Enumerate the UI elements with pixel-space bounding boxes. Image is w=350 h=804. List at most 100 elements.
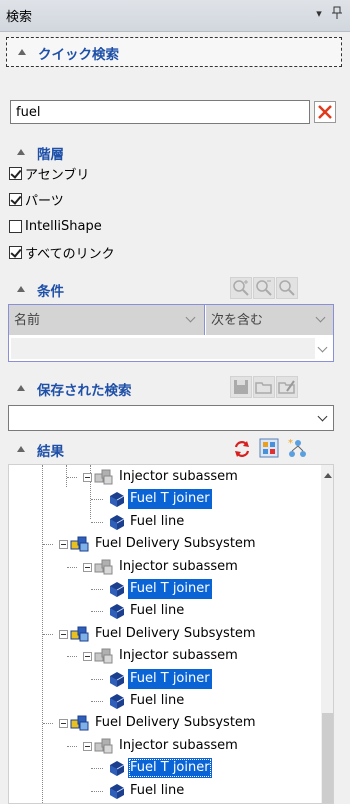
tree-connector (91, 678, 103, 680)
tree-node-label[interactable]: Fuel line (128, 781, 186, 801)
pin-icon[interactable] (330, 6, 344, 22)
open-folder-icon[interactable] (253, 376, 275, 398)
clear-search-button[interactable] (314, 101, 336, 123)
collapse-node-icon[interactable] (59, 629, 68, 639)
tree-node-label[interactable]: Fuel T joiner (128, 758, 212, 779)
close-icon (318, 105, 332, 119)
tree-connector (91, 611, 103, 613)
tree-connector (67, 566, 77, 568)
hierarchy-title: 階層 (37, 147, 64, 163)
assembly-icon (69, 714, 89, 732)
tree-node-label[interactable]: Injector subassem (117, 467, 240, 487)
scroll-thumb[interactable] (322, 713, 333, 803)
tree-connector (43, 633, 53, 635)
refresh-icon[interactable] (232, 439, 252, 463)
conditions-grid: 名前 次を含む (8, 304, 334, 362)
quick-search-title: クイック検索 (38, 47, 119, 63)
panel-titlebar: 検索 ▾ (0, 0, 350, 32)
tree-node-label[interactable]: Fuel T joiner (128, 579, 212, 599)
checkbox-label: パーツ (25, 193, 64, 209)
select-all-icon[interactable] (258, 437, 280, 463)
collapse-node-icon[interactable] (83, 652, 92, 662)
tree-node-label[interactable]: Fuel T joiner (128, 489, 212, 510)
assembly-icon (69, 625, 89, 643)
tree-node-label[interactable]: Injector subassem (117, 557, 240, 577)
operator-label: 次を含む (211, 313, 264, 328)
tree-node-label[interactable]: Fuel line (128, 512, 186, 532)
chevron-down-icon (185, 312, 196, 323)
tree-connector (91, 790, 103, 792)
collapse-node-icon[interactable] (59, 540, 68, 550)
search-panel: 検索 ▾ クイック検索 階層 アセンブリ パーツ IntelliShape すべ… (0, 0, 350, 804)
tree-node-label[interactable]: Fuel Delivery Subsystem (93, 534, 258, 554)
collapse-icon[interactable] (17, 286, 25, 292)
checkbox-all-links[interactable]: すべてのリンク (9, 241, 115, 263)
tree-connector (91, 589, 103, 590)
assembly-icon (69, 535, 89, 553)
collapse-icon[interactable] (17, 149, 25, 155)
value-input[interactable] (11, 338, 315, 359)
chevron-down-icon[interactable]: ▾ (312, 6, 326, 22)
checkbox[interactable] (9, 166, 22, 180)
checkbox[interactable] (9, 245, 22, 259)
tree-node-label[interactable]: Fuel line (128, 691, 186, 711)
search-input[interactable] (10, 100, 310, 124)
chevron-down-icon (315, 312, 326, 323)
checkbox[interactable] (9, 219, 22, 233)
tree-node-label[interactable]: Fuel Delivery Subsystem (93, 713, 258, 733)
collapse-node-icon[interactable] (83, 562, 92, 572)
checkbox-parts[interactable]: パーツ (9, 188, 64, 210)
field-dropdown[interactable]: 名前 (9, 305, 205, 335)
zoom-in-alt-icon[interactable] (253, 277, 275, 299)
collapse-node-icon[interactable] (83, 741, 92, 751)
tree-node-label[interactable]: Fuel T joiner (128, 668, 212, 689)
part-icon (107, 670, 127, 688)
chevron-down-icon (317, 411, 328, 422)
checkbox[interactable] (9, 192, 22, 206)
tree-node-label[interactable]: Injector subassem (117, 646, 240, 666)
saved-search-title: 保存された検索 (37, 383, 132, 399)
svg-text:*: * (288, 438, 293, 449)
collapse-icon[interactable] (17, 446, 25, 452)
new-node-icon[interactable]: * (286, 437, 308, 463)
scroll-up-icon[interactable] (324, 473, 332, 478)
saved-search-select[interactable] (8, 405, 334, 431)
checkbox-label: すべてのリンク (25, 246, 115, 262)
tree-node-label[interactable]: Injector subassem (117, 736, 240, 756)
part-icon (107, 602, 127, 620)
zoom-icon[interactable] (276, 277, 298, 299)
tree-node-label[interactable]: Fuel line (128, 601, 186, 621)
chevron-down-icon[interactable] (317, 342, 328, 353)
panel-title: 検索 (6, 10, 33, 25)
results-scrollbar[interactable] (321, 465, 333, 803)
collapse-node-icon[interactable] (83, 473, 92, 482)
tree-connector (43, 544, 53, 546)
assembly-icon (93, 737, 113, 755)
tree-connector (91, 521, 103, 523)
collapse-node-icon[interactable] (59, 719, 68, 729)
quick-search-header[interactable]: クイック検索 (6, 37, 342, 67)
tree-connector (67, 656, 77, 658)
operator-dropdown[interactable]: 次を含む (206, 305, 333, 335)
checkbox-label: アセンブリ (25, 167, 90, 183)
results-title: 結果 (37, 444, 64, 460)
assembly-icon (93, 468, 113, 486)
collapse-icon[interactable] (18, 49, 26, 55)
part-icon (107, 490, 127, 508)
tree-connector (67, 745, 77, 747)
part-icon (107, 513, 127, 531)
zoom-in-icon[interactable] (230, 277, 252, 299)
tree-connector (91, 768, 103, 770)
save-icon[interactable] (230, 376, 252, 398)
checkbox-assembly[interactable]: アセンブリ (9, 162, 89, 184)
tree-connector (91, 499, 103, 501)
checkbox-intellishape[interactable]: IntelliShape (9, 215, 102, 237)
assembly-icon (93, 647, 113, 665)
conditions-title: 条件 (37, 284, 64, 300)
edit-icon[interactable] (276, 376, 298, 398)
part-icon (107, 759, 127, 777)
part-icon (107, 580, 127, 598)
assembly-icon (93, 558, 113, 576)
tree-node-label[interactable]: Fuel Delivery Subsystem (93, 624, 258, 644)
collapse-icon[interactable] (17, 385, 25, 391)
